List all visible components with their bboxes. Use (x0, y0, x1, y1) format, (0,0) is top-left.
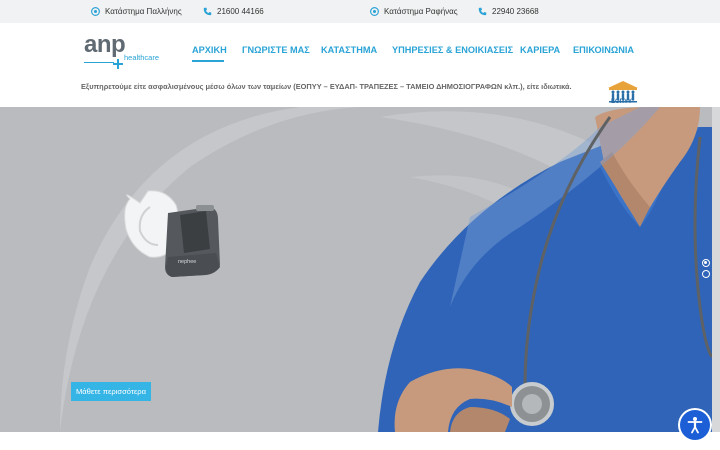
accessibility-icon (687, 417, 703, 434)
store-rafina[interactable]: Κατάστημα Ραφήνας (370, 0, 458, 23)
plus-icon (113, 59, 123, 69)
phone-icon (203, 7, 212, 16)
phone-rafina[interactable]: 22940 23668 (478, 0, 539, 23)
nav-item-home[interactable]: ΑΡΧΙΚΗ (192, 45, 227, 55)
learn-more-button[interactable]: Μάθετε περισσότερα (71, 382, 151, 401)
location-icon (370, 7, 379, 16)
slider-dot-2[interactable] (702, 270, 710, 278)
logo-text: anp (84, 31, 126, 58)
top-bar: Κατάστημα Παλλήνης 21600 44166 Κατάστημα… (0, 0, 720, 23)
store-rafina-label: Κατάστημα Ραφήνας (384, 7, 458, 16)
device-brand-label: nephee (178, 259, 197, 265)
eopyy-label: ΕΟΠΥΥ (611, 99, 633, 105)
store-pallini[interactable]: Κατάστημα Παλλήνης (91, 0, 182, 23)
nebulizer-device (124, 190, 220, 277)
page: Κατάστημα Παλλήνης 21600 44166 Κατάστημα… (0, 0, 720, 450)
phone-pallini-number: 21600 44166 (217, 7, 264, 16)
site-header: anp healthcare ΑΡΧΙΚΗ ΓΝΩΡΙΣΤΕ ΜΑΣ ΚΑΤΑΣ… (0, 23, 720, 107)
nav-item-contact[interactable]: ΕΠΙΚΟΙΝΩΝΙΑ (573, 45, 634, 55)
nav-item-store[interactable]: ΚΑΤΑΣΤΗΜΑ (321, 45, 377, 55)
nav-active-indicator (192, 60, 224, 62)
logo-line (84, 62, 114, 63)
accessibility-button[interactable] (680, 410, 710, 440)
phone-icon (478, 7, 487, 16)
nav-item-about[interactable]: ΓΝΩΡΙΣΤΕ ΜΑΣ (242, 45, 310, 55)
phone-pallini[interactable]: 21600 44166 (203, 0, 264, 23)
nav-item-career[interactable]: ΚΑΡΙΕΡΑ (520, 45, 560, 55)
store-pallini-label: Κατάστημα Παλλήνης (105, 7, 182, 16)
nav-item-services[interactable]: ΥΠΗΡΕΣΙΕΣ & ΕΝΟΙΚΙΑΣΕΙΣ (392, 45, 513, 55)
anp-healthcare-logo[interactable]: anp healthcare (84, 31, 168, 69)
insurance-info-text: Εξυπηρετούμε είτε ασφαλισμένους μέσω όλω… (81, 82, 572, 91)
location-icon (91, 7, 100, 16)
logo-subtext: healthcare (124, 53, 160, 62)
slider-dot-1[interactable] (702, 259, 710, 267)
phone-rafina-number: 22940 23668 (492, 7, 539, 16)
